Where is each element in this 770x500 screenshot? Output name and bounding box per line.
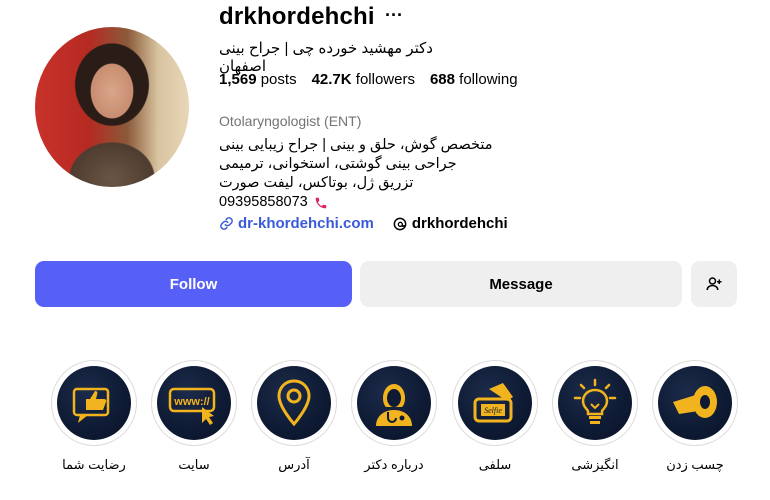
highlight-label: سایت (178, 457, 210, 472)
doctor-icon (376, 384, 412, 426)
message-button[interactable]: Message (360, 261, 682, 307)
highlight-item[interactable]: آدرس (250, 360, 338, 473)
bio-phone-number: 09395858073 (219, 194, 308, 210)
phone-icon (315, 197, 326, 208)
highlight-label: چسب زدن (666, 457, 724, 472)
www-cursor-icon: www:// (168, 387, 216, 425)
location-pin-icon (277, 379, 311, 427)
profile-full-name: دکتر مهشید خورده چی | جراح بینی اصفهان (219, 40, 433, 75)
profile-stats: 1,569 posts 42.7K followers 688 followin… (219, 71, 518, 88)
highlight-item[interactable]: رضایت شما (50, 360, 138, 473)
threads-link[interactable]: drkhordehchi (392, 215, 508, 232)
website-link[interactable]: dr-khordehchi.com (219, 215, 374, 232)
highlight-ring (552, 360, 638, 446)
following-count: 688 (429, 71, 455, 88)
tape-roll-icon (673, 386, 717, 418)
highlight-item[interactable]: www:// سایت (150, 360, 238, 473)
link-icon (220, 217, 233, 230)
threads-icon (393, 217, 407, 230)
highlight-cover (57, 366, 131, 440)
ellipsis-icon[interactable]: ··· (385, 5, 403, 26)
lightbulb-icon (573, 378, 617, 424)
highlight-cover: Selfie (458, 366, 532, 440)
website-url: dr-khordehchi.com (238, 215, 374, 232)
bio-line: تزریق ژل، بوتاکس، لیفت صورت (219, 175, 414, 191)
following-label: following (459, 71, 518, 88)
selfie-phone-icon: Selfie (473, 383, 513, 423)
highlight-ring (251, 360, 337, 446)
threads-handle: drkhordehchi (411, 215, 508, 232)
highlight-label: آدرس (278, 457, 310, 472)
followers-stat[interactable]: 42.7K followers (312, 71, 415, 88)
svg-text:Selfie: Selfie (484, 406, 502, 415)
profile-links: dr-khordehchi.com drkhordehchi (219, 215, 508, 232)
followers-count: 42.7K (311, 71, 352, 88)
highlight-ring (51, 360, 137, 446)
thumbs-up-icon (72, 387, 110, 423)
suggest-users-button[interactable] (691, 261, 737, 307)
highlight-cover (558, 366, 632, 440)
following-stat[interactable]: 688 following (430, 71, 518, 88)
highlight-cover (357, 366, 431, 440)
highlight-cover (257, 366, 331, 440)
highlight-ring (652, 360, 738, 446)
highlight-item[interactable]: چسب زدن (651, 360, 739, 473)
highlight-item[interactable]: Selfie سلفی (451, 360, 539, 473)
posts-stat: 1,569 posts (219, 71, 297, 88)
highlight-label: درباره دکتر (364, 457, 424, 472)
add-user-icon (706, 277, 722, 291)
posts-count: 1,569 (219, 71, 257, 88)
bio-line: جراحی بینی گوشتی، استخوانی، ترمیمی (219, 156, 457, 172)
highlight-label: رضایت شما (62, 457, 126, 472)
highlight-cover (658, 366, 732, 440)
follow-button[interactable]: Follow (35, 261, 352, 307)
highlight-label: انگیزشی (571, 457, 619, 472)
highlight-ring: www:// (151, 360, 237, 446)
bio-line: متخصص گوش، حلق و بینی | جراح زیبایی بینی (219, 137, 493, 153)
followers-label: followers (355, 71, 415, 88)
profile-category: Otolaryngologist (ENT) (219, 113, 362, 129)
highlight-ring (351, 360, 437, 446)
highlight-label: سلفی (478, 457, 512, 472)
profile-bio: متخصص گوش، حلق و بینی | جراح زیبایی بینی… (219, 136, 499, 212)
highlight-item[interactable]: انگیزشی (551, 360, 639, 473)
highlight-item[interactable]: درباره دکتر (350, 360, 438, 473)
highlight-cover: www:// (157, 366, 231, 440)
profile-username: drkhordehchi (219, 3, 375, 30)
svg-text:www://: www:// (173, 396, 209, 408)
bio-phone-row: 09395858073 (219, 193, 499, 212)
highlight-ring: Selfie (452, 360, 538, 446)
posts-label: posts (260, 71, 297, 88)
profile-avatar[interactable] (35, 27, 189, 187)
